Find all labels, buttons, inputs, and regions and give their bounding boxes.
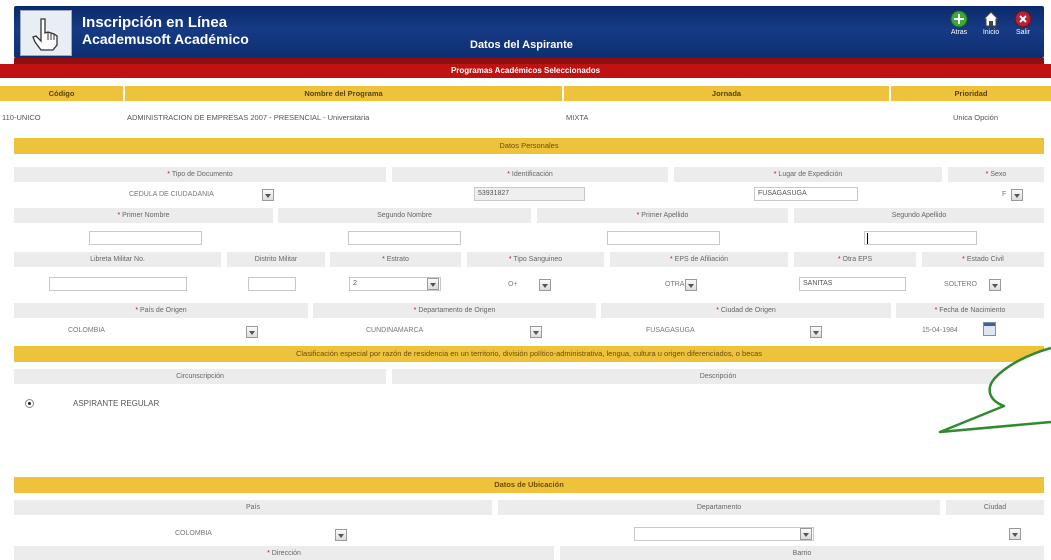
direccion-label: * Dirección	[14, 546, 554, 560]
app-logo	[20, 10, 72, 56]
primer-apellido-label: * Primer Apellido	[537, 208, 788, 223]
ciudad-label: Ciudad	[946, 500, 1044, 515]
tipo-sanguineo-value: O+	[508, 281, 518, 288]
ciudad-origen-dropdown-icon[interactable]	[810, 326, 822, 338]
departamento-origen-label: * Departamento de Origen	[313, 303, 596, 318]
eps-afiliacion-label: * EPS de Afiliación	[610, 252, 788, 267]
home-icon	[982, 11, 1000, 27]
location-section-title: Datos de Ubicación	[14, 477, 1044, 493]
col-header-jornada: Jornada	[564, 86, 889, 101]
app-title-line1: Inscripción en Línea	[82, 14, 228, 31]
tipo-documento-dropdown-icon[interactable]	[262, 189, 274, 201]
exit-label: Salir	[1015, 29, 1030, 36]
exit-icon	[1014, 10, 1032, 28]
ciudad-origen-label: * Ciudad de Origen	[601, 303, 891, 318]
classification-section-title: Clasificación especial por razón de resi…	[14, 346, 1044, 362]
tipo-documento-label: * Tipo de Documento	[14, 167, 386, 182]
app-title-line2: Academusoft Académico	[82, 31, 249, 47]
distrito-militar-field[interactable]	[248, 277, 296, 291]
program-code: 110-UNICO	[2, 113, 41, 122]
fecha-nacimiento-field[interactable]: 15-04-1984	[922, 324, 980, 338]
hand-pointer-icon	[32, 18, 58, 51]
pais-label: País	[14, 500, 492, 515]
page-title: Datos del Aspirante	[470, 39, 573, 51]
back-label: Atras	[950, 29, 968, 36]
primer-apellido-field[interactable]	[607, 231, 720, 245]
departamento-dropdown-icon[interactable]	[800, 528, 812, 540]
fecha-nacimiento-value: 15-04-1984	[922, 327, 958, 334]
programs-section-title: Programas Académicos Seleccionados	[0, 64, 1051, 78]
primer-nombre-label: * Primer Nombre	[14, 208, 273, 223]
lugar-expedicion-field[interactable]: FUSAGASUGA	[754, 187, 858, 201]
program-jornada: MIXTA	[566, 113, 589, 122]
back-button[interactable]: Atras	[944, 10, 974, 44]
estado-civil-label: * Estado Civil	[922, 252, 1044, 267]
exit-button[interactable]: Salir	[1008, 10, 1038, 44]
pais-dropdown-icon[interactable]	[335, 529, 347, 541]
tipo-sanguineo-dropdown-icon[interactable]	[539, 279, 551, 291]
ciudad-select[interactable]	[990, 527, 1010, 541]
home-button[interactable]: Inicio	[976, 10, 1006, 44]
otra-eps-field[interactable]: SANITAS	[799, 277, 906, 291]
sexo-value: F	[1002, 191, 1007, 198]
primer-nombre-field[interactable]	[89, 231, 202, 245]
pais-select[interactable]: COLOMBIA	[175, 527, 315, 541]
sexo-label: * Sexo	[948, 167, 1044, 182]
col-header-code: Código	[0, 86, 123, 101]
aspirante-regular-label: ASPIRANTE REGULAR	[73, 399, 160, 408]
segundo-apellido-label: Segundo Apellido	[794, 208, 1044, 223]
distrito-militar-label: Distrito Militar	[227, 252, 325, 267]
pais-origen-value: COLOMBIA	[68, 327, 105, 334]
col-header-priority: Prioridad	[891, 86, 1051, 101]
tipo-sanguineo-select[interactable]: O+	[508, 278, 538, 292]
circunscripcion-header: Circunscripción	[14, 369, 386, 384]
pais-origen-label: * País de Origen	[14, 303, 308, 318]
text-cursor	[867, 233, 868, 244]
estado-civil-dropdown-icon[interactable]	[989, 279, 1001, 291]
otra-eps-label: * Otra EPS	[794, 252, 916, 267]
tipo-documento-value: CEDULA DE CIUDADANIA	[129, 191, 214, 198]
sexo-dropdown-icon[interactable]	[1011, 189, 1023, 201]
segundo-apellido-field[interactable]	[864, 231, 977, 245]
ciudad-origen-select[interactable]: FUSAGASUGA	[646, 324, 806, 338]
aspirante-regular-radio[interactable]	[25, 399, 34, 408]
back-arrow-icon	[950, 10, 968, 28]
col-header-program: Nombre del Programa	[125, 86, 562, 101]
libreta-militar-label: Libreta Militar No.	[14, 252, 221, 267]
departamento-origen-select[interactable]: CUNDINAMARCA	[366, 324, 526, 338]
departamento-origen-value: CUNDINAMARCA	[366, 327, 424, 334]
tipo-documento-select[interactable]: CEDULA DE CIUDADANIA	[129, 188, 259, 202]
estrato-value: 2	[353, 280, 357, 287]
estado-civil-select[interactable]: SOLTERO	[944, 278, 984, 292]
ciudad-dropdown-icon[interactable]	[1009, 528, 1021, 540]
estado-civil-value: SOLTERO	[944, 281, 977, 288]
tipo-sanguineo-label: * Tipo Sanguineo	[467, 252, 604, 267]
app-header: Inscripción en Línea Academusoft Académi…	[0, 0, 1051, 62]
departamento-origen-dropdown-icon[interactable]	[530, 326, 542, 338]
fecha-nacimiento-label: * Fecha de Nacimiento	[896, 303, 1044, 318]
pais-origen-dropdown-icon[interactable]	[246, 326, 258, 338]
personal-section-title: Datos Personales	[14, 138, 1044, 154]
program-name: ADMINISTRACION DE EMPRESAS 2007 - PRESEN…	[127, 113, 370, 122]
identificacion-label: * Identificación	[392, 167, 668, 182]
barrio-label: Barrio	[560, 546, 1044, 560]
pais-origen-select[interactable]: COLOMBIA	[68, 324, 238, 338]
identificacion-field[interactable]: 53931827	[474, 187, 585, 201]
ciudad-origen-value: FUSAGASUGA	[646, 327, 695, 334]
segundo-nombre-label: Segundo Nombre	[278, 208, 531, 223]
calendar-icon[interactable]	[983, 322, 996, 336]
program-priority: Unica Opción	[953, 113, 999, 122]
libreta-militar-field[interactable]	[49, 277, 187, 291]
home-label: Inicio	[982, 29, 1000, 36]
departamento-select[interactable]	[634, 527, 814, 541]
eps-afiliacion-value: OTRA	[665, 281, 685, 288]
segundo-nombre-field[interactable]	[348, 231, 461, 245]
speech-bubble-annotation	[938, 346, 1051, 434]
lugar-expedicion-label: * Lugar de Expedición	[674, 167, 942, 182]
estrato-label: * Estrato	[330, 252, 461, 267]
pais-value: COLOMBIA	[175, 530, 212, 537]
eps-afiliacion-dropdown-icon[interactable]	[685, 279, 697, 291]
estrato-dropdown-icon[interactable]	[427, 278, 439, 290]
departamento-label: Departamento	[498, 500, 940, 515]
